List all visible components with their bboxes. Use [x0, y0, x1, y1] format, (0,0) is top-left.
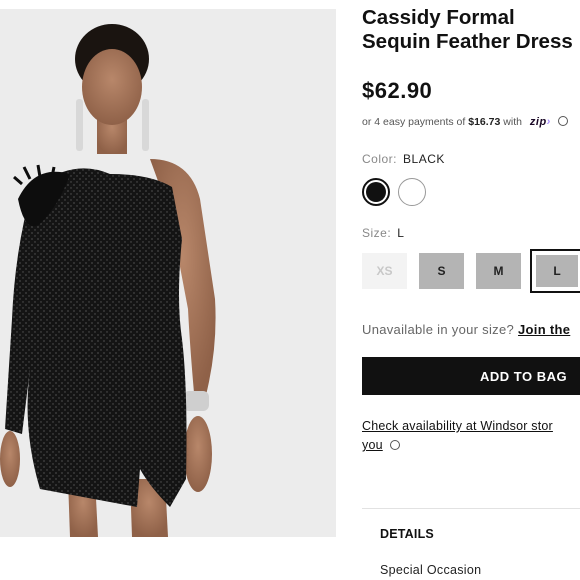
size-option-m[interactable]: M — [476, 253, 521, 289]
model-dress-illustration — [0, 9, 336, 537]
unavailable-size-prompt: Unavailable in your size? Join the — [362, 322, 570, 337]
product-title-line-1: Cassidy Formal — [362, 6, 515, 29]
product-image[interactable] — [0, 9, 336, 537]
size-value: L — [397, 226, 405, 240]
product-price: $62.90 — [362, 78, 433, 103]
color-selector-label: Color: BLACK — [362, 152, 445, 166]
details-special-occasion: Special Occasion — [380, 563, 482, 577]
product-title: Cassidy Formal Sequin Feather Dress — [362, 6, 580, 54]
size-selector-label: Size: L — [362, 226, 404, 240]
check-store-availability-link-cont[interactable]: you — [362, 438, 383, 452]
size-option-xs[interactable]: XS — [362, 253, 407, 289]
size-label: Size: — [362, 226, 392, 240]
installment-suffix: with — [503, 116, 522, 128]
size-option-l[interactable]: L — [530, 249, 580, 293]
installment-amount: $16.73 — [468, 116, 501, 128]
check-store-availability-link[interactable]: Check availability at Windsor stor — [362, 419, 553, 433]
section-divider — [362, 508, 580, 509]
installment-prefix: or 4 easy payments of — [362, 116, 466, 128]
installment-payments: or 4 easy payments of $16.73 with zip› — [362, 116, 568, 128]
color-swatch-white[interactable] — [398, 178, 426, 206]
info-icon[interactable] — [557, 116, 568, 126]
size-option-s[interactable]: S — [419, 253, 464, 289]
size-option-l-label: L — [536, 255, 578, 287]
add-to-bag-button[interactable]: ADD TO BAG — [362, 357, 580, 395]
unavailable-question: Unavailable in your size? — [362, 322, 515, 337]
color-value: BLACK — [403, 152, 445, 166]
details-accordion-header[interactable]: DETAILS — [380, 527, 434, 541]
color-swatch-black[interactable] — [362, 178, 390, 206]
product-title-line-2: Sequin Feather Dress — [362, 30, 573, 53]
join-waitlist-link[interactable]: Join the — [518, 322, 570, 337]
store-availability: Check availability at Windsor stor you — [362, 417, 580, 455]
color-label: Color: — [362, 152, 398, 166]
zip-logo[interactable]: zip› — [530, 116, 551, 128]
info-icon[interactable] — [390, 440, 401, 450]
